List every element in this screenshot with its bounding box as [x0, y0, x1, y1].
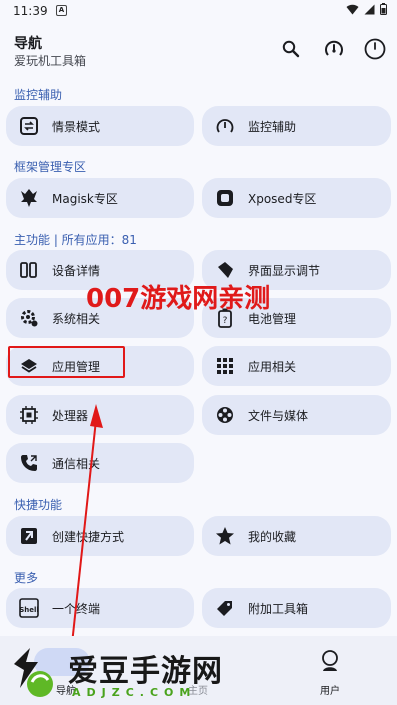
- star-icon: [214, 525, 236, 547]
- grid-icon: [214, 355, 236, 377]
- power-icon: [364, 38, 386, 60]
- film-reel-icon: [214, 404, 236, 426]
- magisk-icon: [18, 187, 40, 209]
- app-header: 导航 爱玩机工具箱: [0, 24, 397, 74]
- card-label: 设备详情: [52, 263, 101, 278]
- watermark-text: 007游戏网亲测: [86, 284, 271, 314]
- nav-item-user[interactable]: 用户: [264, 636, 396, 705]
- status-time: 11:39: [13, 4, 48, 18]
- scene-mode-icon: [18, 115, 40, 137]
- card-label: 情景模式: [52, 119, 101, 134]
- card-label: 应用相关: [248, 359, 297, 374]
- nav-label: 用户: [320, 686, 340, 697]
- wifi-icon: [346, 4, 359, 14]
- highlight-box: [8, 346, 125, 378]
- card-scene-mode[interactable]: 情景模式: [6, 106, 194, 146]
- card-label: 我的收藏: [248, 529, 297, 544]
- card-magisk[interactable]: Magisk专区: [6, 178, 194, 218]
- logo-icon: [14, 648, 53, 697]
- card-label: 监控辅助: [248, 119, 297, 134]
- card-favorites[interactable]: 我的收藏: [202, 516, 391, 556]
- card-label: 文件与媒体: [248, 408, 309, 423]
- signal-icon: [364, 4, 375, 14]
- section-title-more: 更多: [14, 571, 39, 585]
- cpu-icon: [18, 404, 40, 426]
- power-button[interactable]: [362, 36, 388, 62]
- page-subtitle: 爱玩机工具箱: [14, 54, 87, 68]
- xposed-icon: [214, 187, 236, 209]
- shortcut-icon: [18, 525, 40, 547]
- card-label: 附加工具箱: [248, 601, 309, 616]
- user-icon: [322, 650, 338, 671]
- notification-icon: A: [56, 5, 67, 16]
- annotation-arrow: [71, 404, 103, 645]
- card-xposed[interactable]: Xposed专区: [202, 178, 391, 218]
- svg-text:?: ?: [223, 316, 228, 326]
- svg-text:Shell: Shell: [19, 606, 39, 614]
- search-button[interactable]: [278, 36, 304, 62]
- system-icons: [346, 3, 387, 15]
- speedometer-icon: [325, 40, 343, 56]
- phone-call-icon: [18, 452, 40, 474]
- speedometer-button[interactable]: [321, 36, 347, 62]
- shell-icon: Shell: [18, 597, 40, 619]
- card-label: 界面显示调节: [248, 263, 321, 278]
- section-title-monitor: 监控辅助: [14, 88, 63, 102]
- status-bar: 11:39 A: [0, 0, 397, 24]
- card-label: Xposed专区: [248, 191, 317, 206]
- card-app-related[interactable]: 应用相关: [202, 346, 391, 386]
- logo-url: ADJZC.COM: [72, 686, 197, 699]
- page-title: 导航: [14, 36, 42, 52]
- phone-icon: [18, 259, 40, 281]
- search-icon: [282, 40, 300, 58]
- section-title-shortcut: 快捷功能: [14, 498, 63, 512]
- card-monitor-assist[interactable]: 监控辅助: [202, 106, 391, 146]
- gear-icon: [18, 307, 40, 329]
- section-title-framework: 框架管理专区: [14, 160, 87, 174]
- gauge-icon: [214, 115, 236, 137]
- tag-icon: [214, 597, 236, 619]
- card-extra-toolbox[interactable]: 附加工具箱: [202, 588, 391, 628]
- card-files-media[interactable]: 文件与媒体: [202, 395, 391, 435]
- logo-name: 爱豆手游网: [68, 654, 223, 689]
- section-title-main: 主功能 | 所有应用：81: [14, 233, 137, 247]
- battery-icon: [380, 3, 387, 15]
- site-logo-watermark: 爱豆手游网 ADJZC.COM: [10, 636, 250, 705]
- card-label: Magisk专区: [52, 191, 118, 206]
